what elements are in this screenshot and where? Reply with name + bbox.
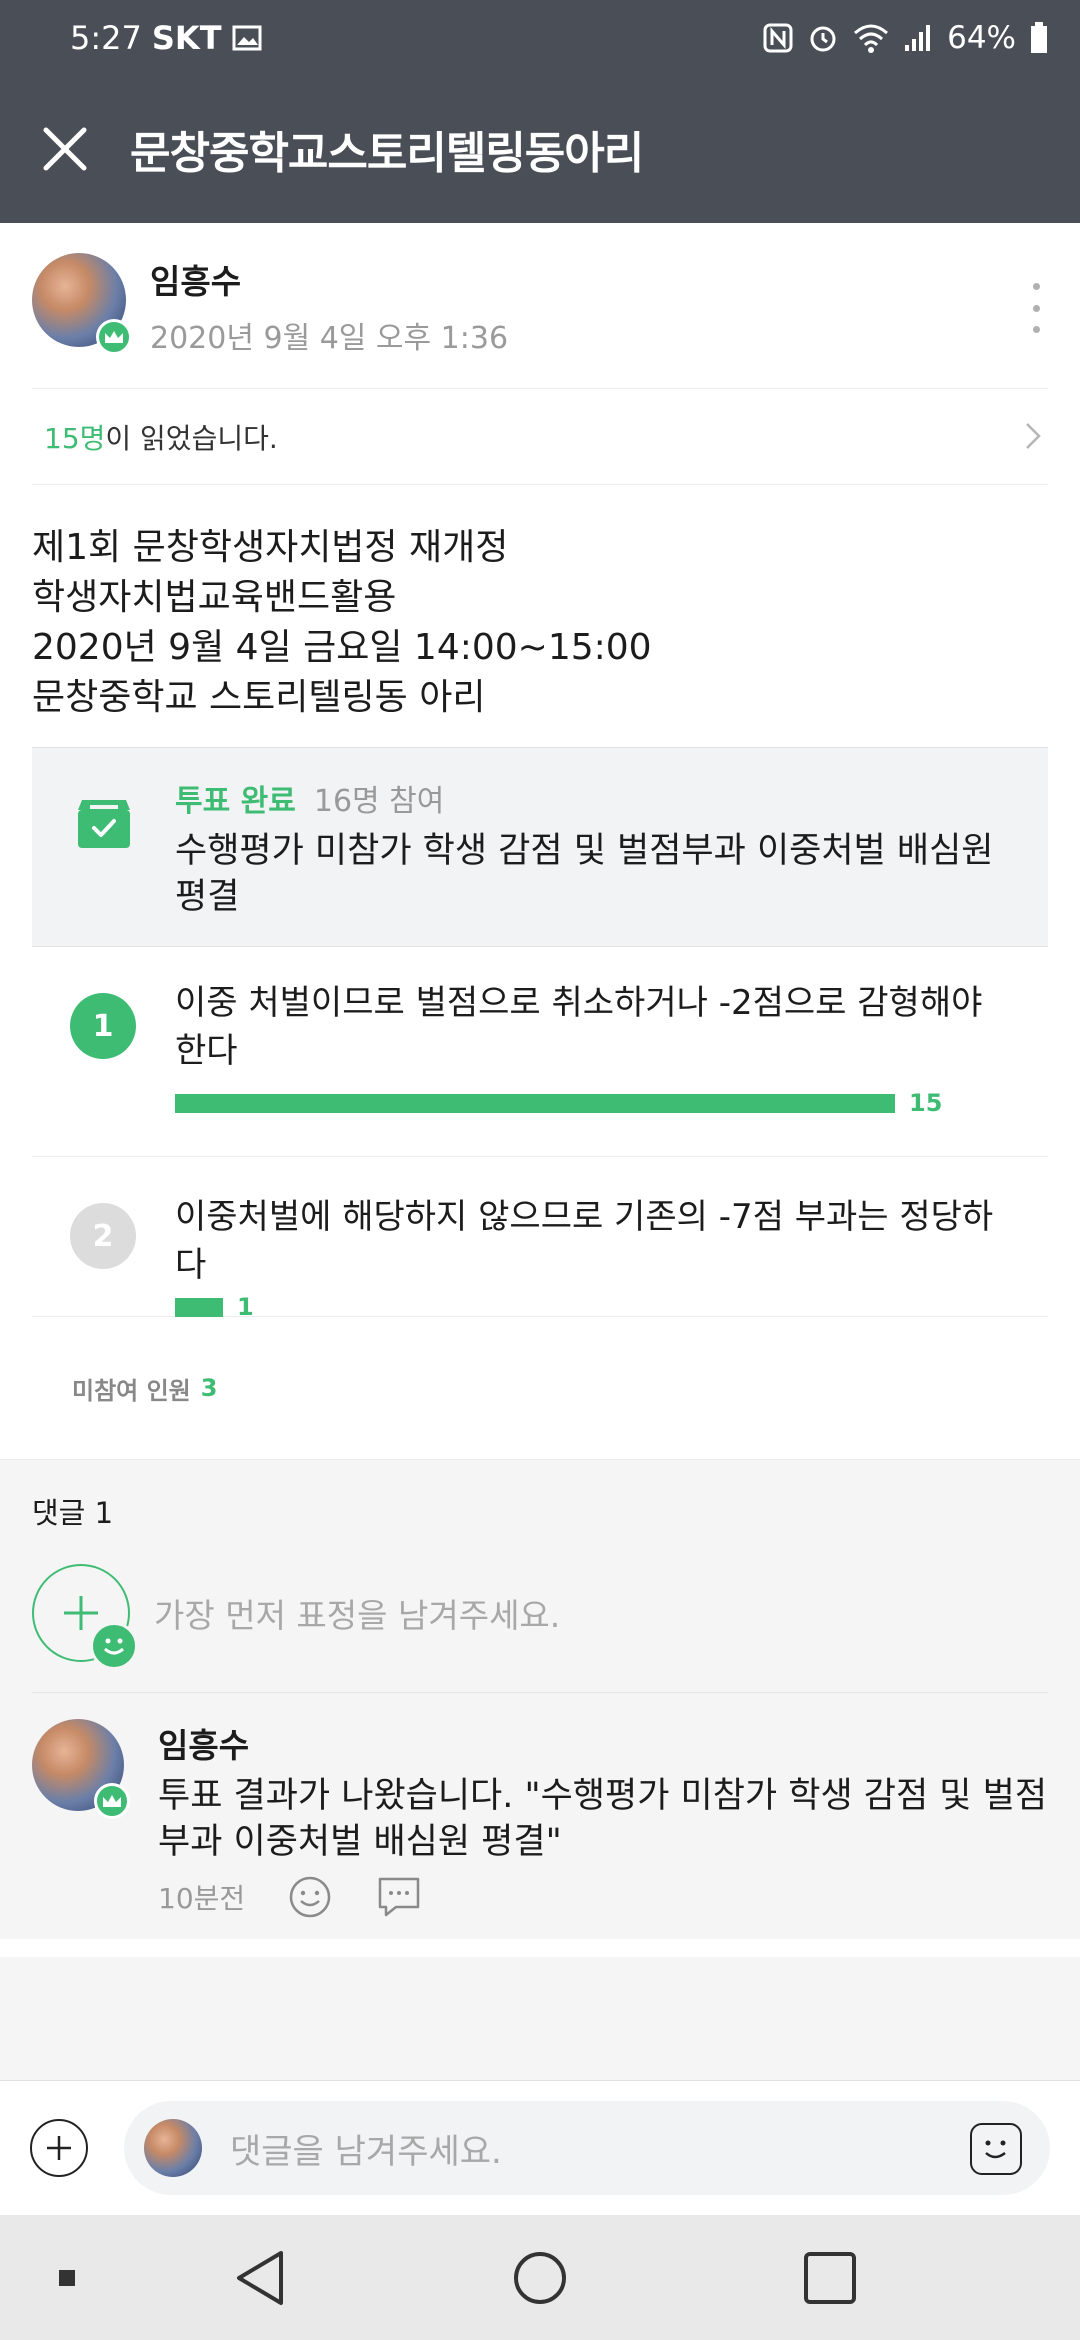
author-name[interactable]: 임흥수	[150, 255, 508, 303]
app-bar: 문창중학교스토리텔링동아리	[0, 75, 1080, 223]
vote-option-2[interactable]: 2 이중처벌에 해당하지 않으므로 기존의 -7점 부과는 정당하다 1	[32, 1157, 1048, 1321]
option-text: 이중처벌에 해당하지 않으므로 기존의 -7점 부과는 정당하다	[175, 1197, 994, 1285]
post-body-line: 2020년 9월 4일 금요일 14:00~15:00	[32, 627, 652, 668]
vote-count: 1	[237, 1293, 254, 1321]
vote-card: 투표 완료 16명 참여 수행평가 미참가 학생 감점 및 벌점부과 이중처벌 배…	[32, 747, 1048, 1459]
avatar[interactable]	[32, 1719, 130, 1819]
ballot-box-icon	[78, 800, 130, 848]
nav-menu-button[interactable]	[40, 2215, 94, 2340]
comment-placeholder: 댓글을 남겨주세요.	[230, 2131, 502, 2172]
vote-participants: 16명 참여	[313, 784, 445, 819]
smile-icon[interactable]	[288, 1875, 332, 1919]
option-number: 2	[70, 1203, 136, 1269]
alarm-icon	[810, 26, 836, 51]
gallery-icon	[232, 25, 262, 50]
post-body: 제1회 문창학생자치법정 재개정 학생자치법교육밴드활용 2020년 9월 4일…	[0, 485, 1080, 747]
comment-input[interactable]: 댓글을 남겨주세요.	[124, 2101, 1050, 2195]
nav-back-button[interactable]	[210, 2215, 310, 2340]
vote-option-1[interactable]: 1 이중 처벌이므로 벌점으로 취소하거나 -2점으로 감형해야 한다 15	[32, 947, 1048, 1157]
more-options-button[interactable]	[1016, 283, 1056, 333]
reply-bubble-icon[interactable]	[376, 1875, 422, 1919]
vote-count: 15	[909, 1089, 943, 1117]
comments-empty-area	[0, 1957, 1080, 2080]
read-count-row[interactable]: 15명 이 읽었습니다.	[32, 388, 1048, 485]
comments-header: 댓글 1	[32, 1496, 114, 1530]
home-circle-icon	[514, 2251, 566, 2304]
nav-recents-button[interactable]	[780, 2215, 880, 2340]
status-bar: 5:27 SKT 64%	[0, 0, 1080, 75]
nfc-icon	[763, 23, 793, 52]
post-author-row: 임흥수 2020년 9월 4일 오후 1:36	[0, 223, 1080, 388]
post-body-line: 학생자치법교육밴드활용	[32, 577, 397, 618]
square-dot-icon	[59, 2269, 75, 2286]
status-carrier: SKT	[151, 18, 222, 57]
smile-icon	[90, 1621, 138, 1670]
vote-result-bar	[175, 1093, 895, 1113]
avatar[interactable]	[32, 253, 132, 355]
post-date: 2020년 9월 4일 오후 1:36	[150, 321, 509, 356]
attach-button[interactable]	[30, 2119, 88, 2177]
status-time: 5:27	[70, 18, 142, 57]
comment-item: 임흥수 투표 결과가 나왔습니다. "수행평가 미참가 학생 감점 및 벌점부과…	[0, 1693, 1080, 1939]
comment-composer: 댓글을 남겨주세요.	[0, 2080, 1080, 2215]
read-suffix: 이 읽었습니다.	[105, 421, 278, 455]
vote-question: 수행평가 미참가 학생 감점 및 벌점부과 이중처벌 배심원 평결	[175, 831, 994, 917]
close-button[interactable]	[0, 75, 130, 223]
back-triangle-icon	[237, 2250, 283, 2305]
option-number: 1	[70, 993, 136, 1059]
non-participants-label: 미참여 인원	[72, 1376, 191, 1405]
add-emotion-button[interactable]	[32, 1563, 138, 1670]
avatar	[144, 2119, 202, 2177]
battery-icon	[1031, 21, 1047, 53]
vote-status: 투표 완료	[175, 784, 296, 819]
emoticon-button[interactable]	[970, 2123, 1022, 2175]
signal-icon	[905, 24, 931, 51]
comment-text: 투표 결과가 나왔습니다. "수행평가 미참가 학생 감점 및 벌점부과 이중처…	[158, 1776, 1048, 1862]
page-title: 문창중학교스토리텔링동아리	[130, 128, 644, 179]
emotion-row[interactable]: 가장 먼저 표정을 남겨주세요.	[32, 1533, 1048, 1693]
chevron-right-icon	[1026, 423, 1041, 449]
non-participants-count: 3	[200, 1374, 218, 1402]
crown-icon	[94, 1783, 130, 1819]
comment-time: 10분전	[158, 1882, 246, 1915]
nav-home-button[interactable]	[490, 2215, 590, 2340]
system-nav-bar	[0, 2215, 1080, 2340]
emoticon-icon	[985, 2140, 1006, 2159]
non-participants-row[interactable]: 미참여 인원 3	[32, 1317, 1048, 1459]
crown-icon	[96, 319, 132, 355]
plus-circle-icon	[47, 2136, 71, 2160]
comment-author[interactable]: 임흥수	[158, 1719, 1048, 1767]
post-body-line: 제1회 문창학생자치법정 재개정	[32, 527, 509, 568]
close-icon	[43, 127, 87, 171]
emotion-hint: 가장 먼저 표정을 남겨주세요.	[154, 1595, 561, 1635]
vote-header[interactable]: 투표 완료 16명 참여 수행평가 미참가 학생 감점 및 벌점부과 이중처벌 배…	[32, 747, 1048, 947]
post-body-line: 문창중학교 스토리텔링동 아리	[32, 677, 486, 718]
recents-square-icon	[804, 2251, 856, 2304]
battery-percent: 64%	[947, 19, 1016, 56]
more-vertical-icon	[1032, 283, 1040, 290]
comments-section: 댓글 1 가장 먼저 표정을 남겨주세요. 임흥수 투표 결과가 나왔습니다. …	[0, 1459, 1080, 1939]
option-text: 이중 처벌이므로 벌점으로 취소하거나 -2점으로 감형해야 한다	[175, 983, 983, 1071]
vote-result-bar	[175, 1297, 223, 1317]
wifi-icon	[854, 24, 889, 53]
read-count: 15명	[44, 421, 106, 455]
post-content: 임흥수 2020년 9월 4일 오후 1:36 15명 이 읽었습니다. 제1회 …	[0, 223, 1080, 1939]
